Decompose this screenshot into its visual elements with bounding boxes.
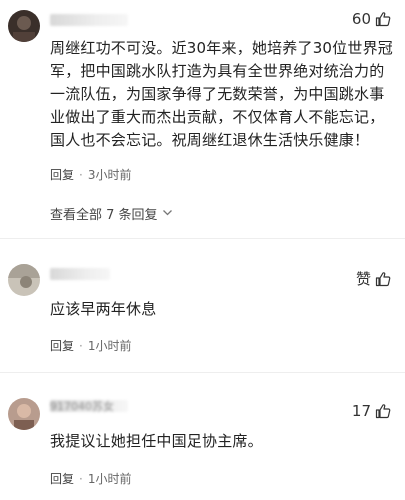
thumbs-up-icon: [375, 11, 391, 27]
comment-meta: 回复 · 1小时前: [50, 337, 131, 354]
meta-separator: ·: [79, 167, 83, 182]
divider: [0, 238, 405, 239]
avatar[interactable]: [8, 398, 40, 430]
view-replies-label: 查看全部 7 条回复: [50, 208, 158, 223]
meta-separator: ·: [79, 338, 83, 353]
comment-text: 周继红功不可没。近30年来，她培养了30位世界冠军，把中国跳水队打造为具有全世界…: [50, 39, 393, 149]
avatar[interactable]: [8, 264, 40, 296]
comment-time: 1小时前: [87, 339, 132, 353]
comment-meta: 回复 · 3小时前: [50, 166, 131, 183]
comment-time: 1小时前: [87, 472, 132, 486]
username-blurred[interactable]: 917040苏女: [50, 400, 128, 413]
username: 917040苏女: [50, 400, 114, 413]
like-button[interactable]: 60: [352, 10, 391, 28]
view-all-replies-button[interactable]: 查看全部 7 条回复: [50, 204, 173, 223]
thumbs-up-icon: [375, 403, 391, 419]
like-button[interactable]: 赞: [356, 268, 391, 289]
comment-time: 3小时前: [87, 168, 132, 182]
divider: [0, 372, 405, 373]
username-blurred[interactable]: [50, 14, 128, 26]
comment-text: 我提议让她担任中国足协主席。: [50, 432, 263, 450]
meta-separator: ·: [79, 471, 83, 486]
like-count: 17: [351, 402, 371, 420]
avatar[interactable]: [8, 10, 40, 42]
comment-text: 应该早两年休息: [50, 300, 157, 318]
like-button[interactable]: 17: [352, 402, 391, 420]
chevron-down-icon: [162, 207, 173, 221]
comment-meta: 回复 · 1小时前: [50, 470, 131, 487]
reply-button[interactable]: 回复: [50, 470, 74, 487]
reply-button[interactable]: 回复: [50, 337, 74, 354]
reply-button[interactable]: 回复: [50, 166, 74, 183]
like-count: 60: [351, 10, 371, 28]
username-blurred[interactable]: [50, 268, 110, 280]
like-label: 赞: [355, 270, 371, 288]
thumbs-up-icon: [375, 271, 391, 287]
